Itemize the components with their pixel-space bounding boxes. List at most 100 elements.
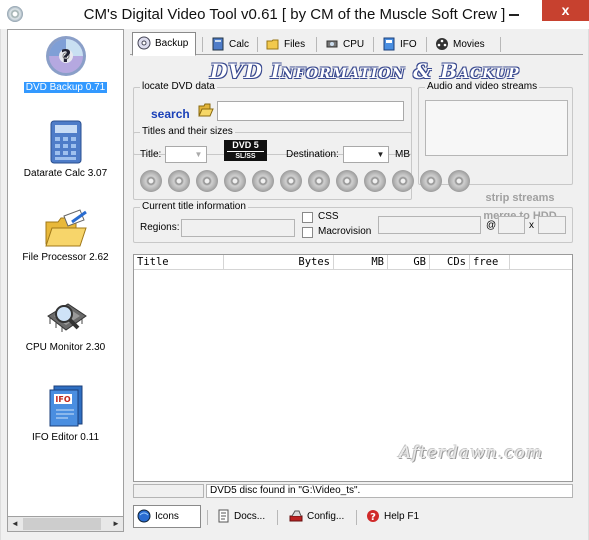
css-checkbox[interactable] <box>302 212 313 223</box>
search-link[interactable]: search <box>151 107 190 121</box>
chevron-down-icon: ▼ <box>194 150 203 159</box>
sidebar-item-datarate-calc[interactable]: Datarate Calc 3.07 <box>8 120 123 179</box>
tab-calc[interactable]: Calc <box>206 34 254 55</box>
status-left-panel <box>133 484 204 498</box>
tab-files[interactable]: Files <box>261 34 313 55</box>
disc-slot-icon[interactable] <box>252 170 274 192</box>
disc-slot-icon[interactable] <box>140 170 162 192</box>
tab-cpu[interactable]: CPU <box>320 34 370 55</box>
tab-separator <box>500 37 501 52</box>
svg-text:?: ? <box>370 512 376 523</box>
dvd-path-input[interactable] <box>217 101 404 121</box>
css-label: CSS <box>318 211 339 222</box>
sidebar-item-cpu-monitor[interactable]: CPU Monitor 2.30 <box>8 298 123 353</box>
sidebar-scrollbar[interactable]: ◄ ► <box>7 516 124 532</box>
tab-label: Files <box>284 39 306 50</box>
files-icon <box>266 39 279 50</box>
open-folder-icon[interactable] <box>198 103 214 117</box>
sidebar-item-label: Datarate Calc 3.07 <box>23 168 108 179</box>
button-label: Docs... <box>234 511 266 522</box>
tab-backup[interactable]: Backup <box>132 32 196 56</box>
globe-icon <box>137 509 151 523</box>
sidebar-item-dvd-backup[interactable]: ? DVD Backup 0.71 <box>8 34 123 93</box>
disc-slot-icon[interactable] <box>420 170 442 192</box>
icons-button[interactable]: Icons <box>133 505 201 528</box>
regions-field <box>181 219 295 237</box>
dvd5-badge-line1: DVD 5 <box>232 140 259 150</box>
button-label: Config... <box>307 511 345 522</box>
help-icon: ? <box>367 510 379 523</box>
svg-text:?: ? <box>60 46 70 67</box>
destination-label: Destination: <box>286 149 339 160</box>
resolution-field <box>538 216 566 234</box>
mb-unit-label: MB <box>395 149 410 160</box>
macrovision-checkbox[interactable] <box>302 227 313 238</box>
disc-slot-icon[interactable] <box>308 170 330 192</box>
macrovision-label: Macrovision <box>318 226 372 237</box>
ifo-icon <box>383 37 395 51</box>
disc-slot-icon[interactable] <box>392 170 414 192</box>
sidebar-item-file-processor[interactable]: File Processor 2.62 <box>8 208 123 263</box>
column-header-gb[interactable]: GB <box>388 255 430 270</box>
tab-movies[interactable]: Movies <box>430 34 496 55</box>
listview-header: Title Bytes MB GB CDs free <box>134 255 572 270</box>
sidebar-item-label: IFO Editor 0.11 <box>31 432 100 443</box>
disc-slot-icon[interactable] <box>336 170 358 192</box>
tab-separator <box>373 37 374 52</box>
tab-separator <box>316 37 317 52</box>
tab-label: CPU <box>343 39 365 50</box>
tab-separator <box>426 37 427 52</box>
close-button[interactable]: x <box>542 0 589 21</box>
dvd-disc-icon: ? <box>45 36 86 76</box>
button-separator <box>356 510 357 525</box>
banner-title: DVD Information & Backup <box>210 59 520 83</box>
tab-bar: Backup Calc Files CPU IFO Movies <box>130 31 583 56</box>
scroll-right-arrow-icon[interactable]: ► <box>111 519 121 529</box>
sidebar-item-ifo-editor[interactable]: IFO IFO Editor 0.11 <box>8 384 123 443</box>
window-title: CM's Digital Video Tool v0.61 [ by CM of… <box>83 6 506 23</box>
docs-icon <box>218 509 229 523</box>
button-label: Icons <box>155 511 179 522</box>
tool-sidebar: ? DVD Backup 0.71 Datarate Calc 3.07 Fil… <box>7 29 124 528</box>
disc-slot-icon[interactable] <box>448 170 470 192</box>
calculator-icon <box>50 120 81 164</box>
button-separator <box>277 510 278 525</box>
disc-slot-icon[interactable] <box>196 170 218 192</box>
tab-separator <box>257 37 258 52</box>
docs-button[interactable]: Docs... <box>212 505 274 528</box>
button-separator <box>207 510 208 525</box>
strip-streams-button[interactable]: strip streams <box>480 192 560 205</box>
scroll-left-arrow-icon[interactable]: ◄ <box>10 519 20 529</box>
title-label: Title: <box>140 149 162 160</box>
disc-slot-icon[interactable] <box>364 170 386 192</box>
audio-video-streams-group: Audio and video streams <box>418 81 573 185</box>
column-header-title[interactable]: Title <box>134 255 224 270</box>
column-header-cds[interactable]: CDs <box>430 255 470 270</box>
svg-text:IFO: IFO <box>55 395 70 404</box>
calc-icon <box>212 37 224 51</box>
tab-ifo[interactable]: IFO <box>377 34 423 55</box>
at-label: @ <box>486 220 497 231</box>
disc-slot-icon[interactable] <box>168 170 190 192</box>
button-label: Help F1 <box>384 511 420 522</box>
destination-select[interactable]: ▼ <box>343 146 389 163</box>
tab-label: Calc <box>229 39 250 50</box>
sidebar-item-label: CPU Monitor 2.30 <box>25 342 106 353</box>
scroll-thumb[interactable] <box>23 518 101 530</box>
title-select[interactable]: ▼ <box>165 146 207 163</box>
streams-listbox[interactable] <box>425 100 568 156</box>
column-header-free[interactable]: free <box>470 255 510 270</box>
column-header-mb[interactable]: MB <box>334 255 388 270</box>
column-header-bytes[interactable]: Bytes <box>224 255 334 270</box>
folders-icon <box>44 209 87 247</box>
tab-label: Movies <box>453 39 485 50</box>
help-button[interactable]: ? Help F1 <box>362 505 426 528</box>
disc-slot-icon[interactable] <box>224 170 246 192</box>
titles-listview[interactable]: Title Bytes MB GB CDs free Afterdawn.com <box>133 254 573 482</box>
title-info-field <box>378 216 481 234</box>
minimize-button[interactable] <box>507 6 521 20</box>
config-button[interactable]: Config... <box>285 505 353 528</box>
disc-slot-icon[interactable] <box>280 170 302 192</box>
tab-label: Backup <box>155 38 189 49</box>
regions-label: Regions: <box>140 222 180 233</box>
